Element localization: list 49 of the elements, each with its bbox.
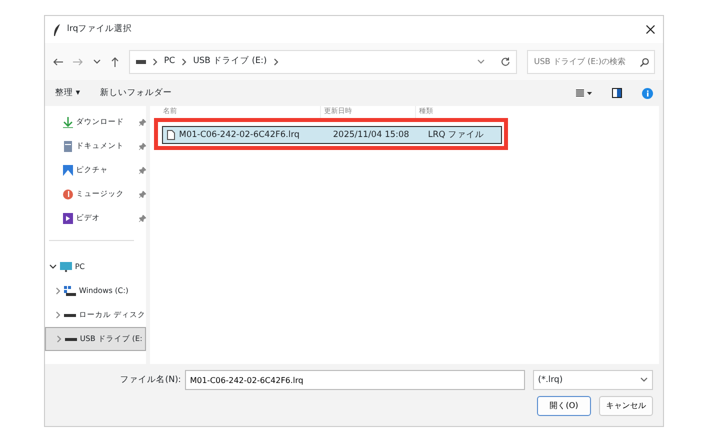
pin-icon [139,214,146,222]
video-icon [63,212,73,224]
pin-icon [139,190,146,198]
chevron-right-icon[interactable] [55,311,61,319]
file-type-dropdown[interactable]: (*.lrq) [533,370,653,390]
chevron-right-icon[interactable] [56,335,62,343]
chevron-down-icon [477,58,485,66]
up-arrow-icon[interactable] [111,56,119,66]
pin-icon [139,142,146,150]
filename-field[interactable]: M01-C06-242-02-6C42F6.lrq [185,370,525,390]
cancel-button[interactable]: キャンセル [599,396,653,416]
view-menu-icon[interactable] [576,89,592,97]
download-icon [63,116,73,128]
pc-icon [60,262,72,272]
pin-icon [139,166,146,174]
refresh-icon[interactable] [501,57,510,66]
modified-date: 2025/11/04 15:08 [333,128,410,142]
chevron-right-icon[interactable] [55,287,61,295]
filter-text: (*.lrq) [538,374,563,386]
search-field[interactable]: USB ドライブ (E:)の検索 [527,50,655,74]
chevron-down-icon [640,376,648,384]
chevron-icon [181,58,188,66]
picture-icon [63,164,73,176]
document-icon [63,140,73,152]
chevron-down-icon[interactable] [49,263,57,271]
breadcrumb[interactable]: USB ドライブ (E:) [193,55,267,68]
open-button[interactable]: 開く(O) [537,396,591,416]
organize-menu[interactable]: 整理 ▾ [55,86,80,100]
scrollbar[interactable] [659,106,663,364]
file-type: LRQ ファイル [428,128,484,142]
chevron-down-icon [93,58,101,66]
chevron-icon [272,58,279,66]
file-row[interactable]: M01-C06-242-02-6C42F6.lrq 2025/11/04 15:08 LRQ ファイル [162,126,502,144]
feather-icon [53,24,61,36]
new-folder-button[interactable]: 新しいフォルダー [100,86,172,100]
filename-label: ファイル名(N): [120,374,181,386]
search-icon[interactable] [640,58,649,66]
close-icon[interactable] [646,25,655,34]
back-arrow-icon[interactable] [53,58,63,66]
drive-icon [136,60,146,64]
file-name: M01-C06-242-02-6C42F6.lrq [179,128,300,142]
preview-pane-icon [612,88,622,98]
pin-icon [139,118,146,126]
window-title: lrqファイル選択 [67,23,132,36]
breadcrumb[interactable]: PC [164,55,176,68]
file-icon [167,130,175,140]
windows-drive-icon [64,286,76,296]
chevron-icon [152,58,158,66]
address-bar[interactable]: PC USB ドライブ (E:) [129,50,517,74]
